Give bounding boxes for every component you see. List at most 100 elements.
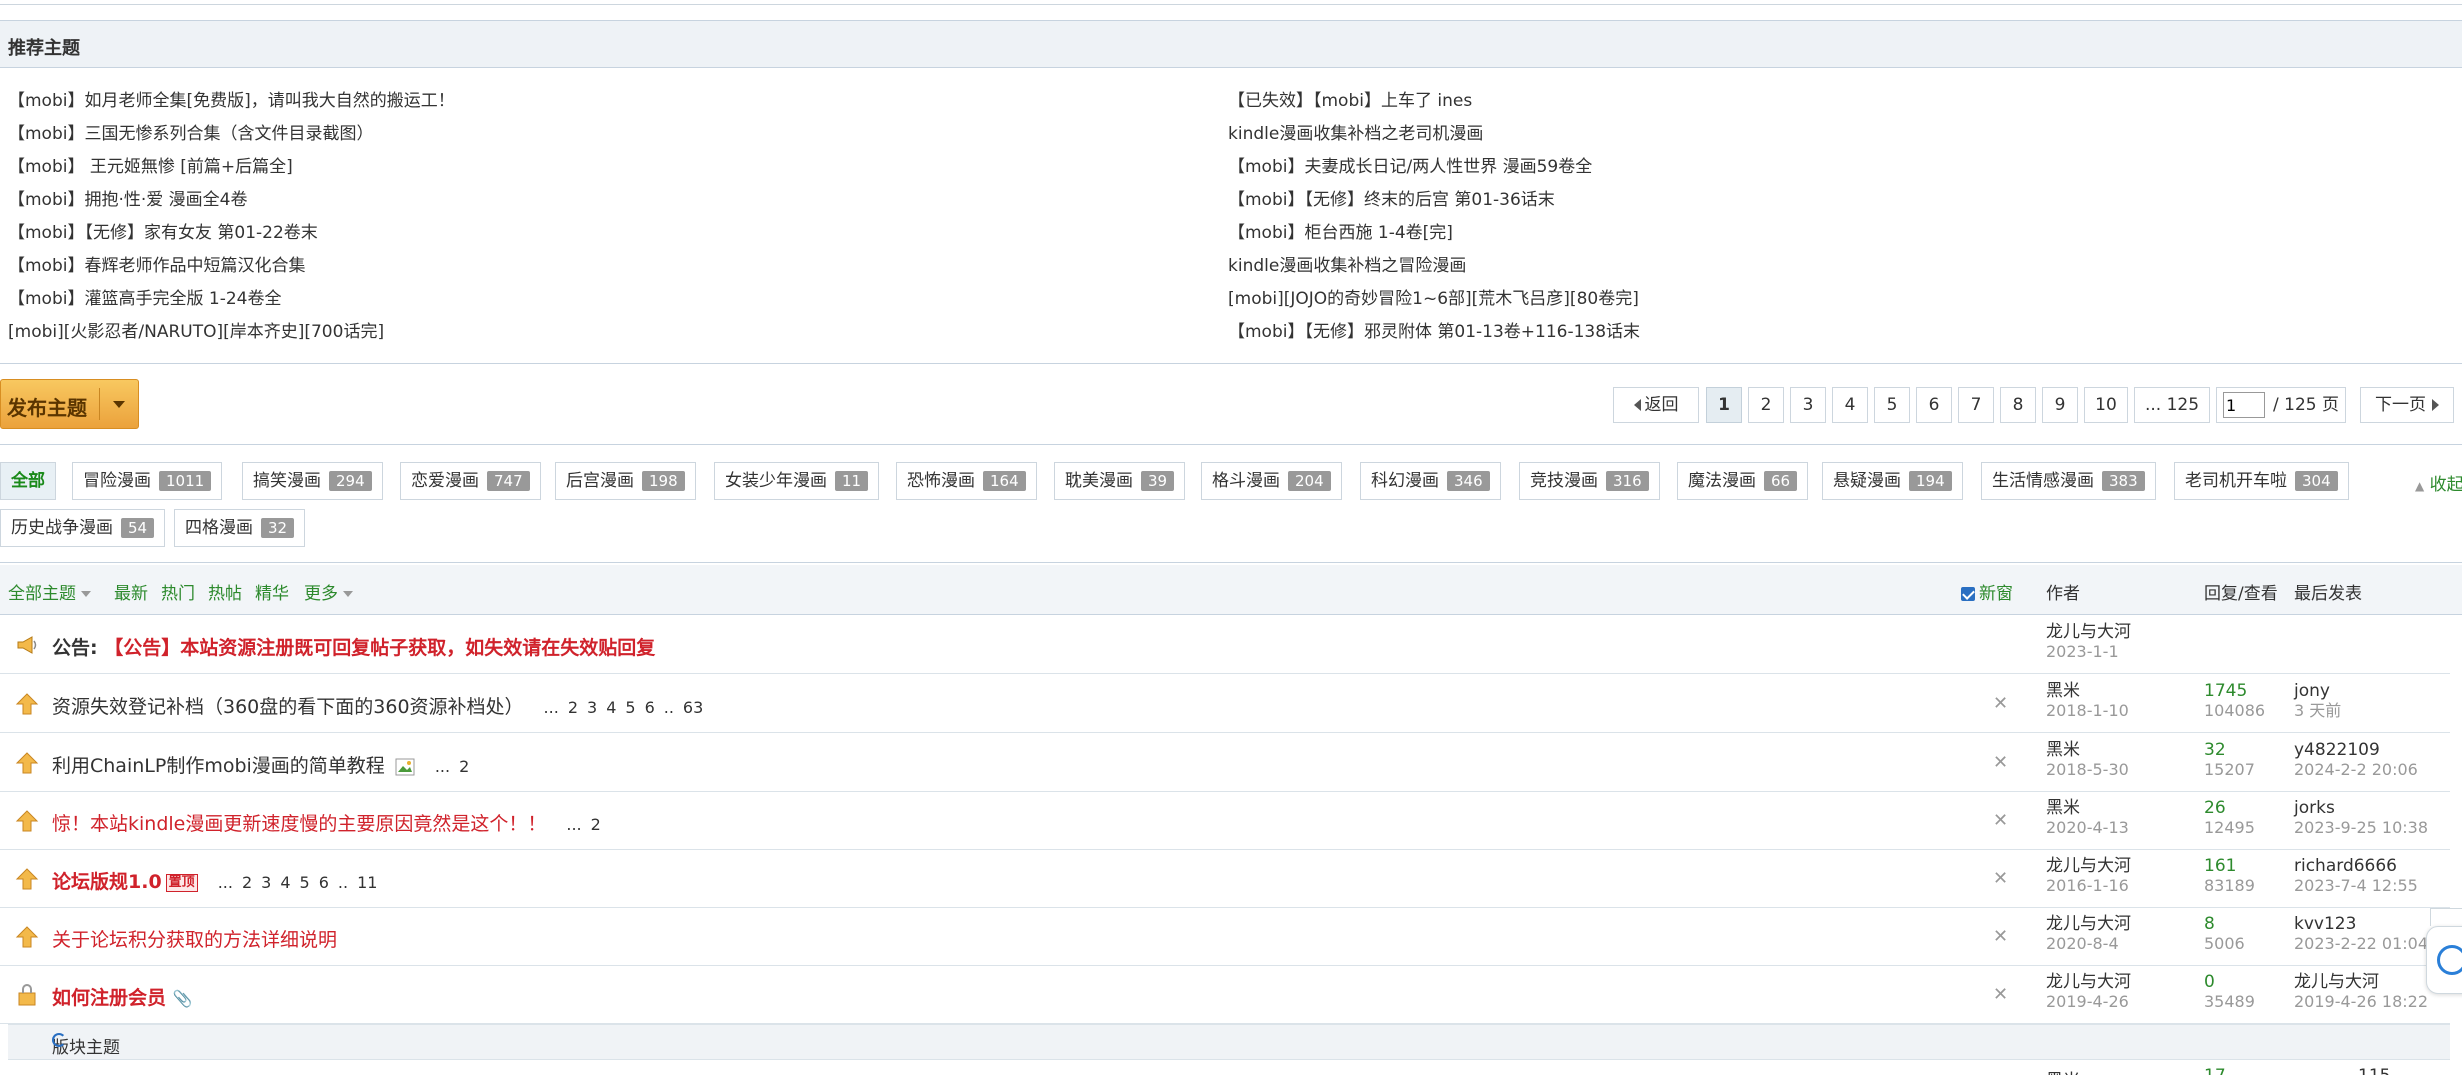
thread-author[interactable]: 龙儿与大河 2019-4-26 [2046, 972, 2131, 1012]
side-tab[interactable] [2430, 908, 2462, 926]
thread-author[interactable]: 龙儿与大河 2023-1-1 [2046, 622, 2131, 662]
thread-title[interactable]: 利用ChainLP制作mobi漫画的简单教程 ... 2 [52, 751, 478, 778]
thread-title[interactable]: 论坛版规1.0 置顶... 2 3 4 5 6.. 11 [52, 867, 386, 894]
thread-author[interactable]: 黑米 2018-5-30 [2046, 740, 2129, 780]
category-item[interactable]: 耽美漫画 39 [1054, 462, 1186, 500]
page-jump-input[interactable] [2223, 392, 2265, 418]
page-link[interactable]: 2 [459, 757, 469, 776]
thread-title[interactable]: 公告: 【公告】本站资源注册既可回复帖子获取，如失效请在失效贴回复 [52, 633, 655, 660]
page-link[interactable]: 10 [2084, 387, 2128, 423]
close-icon[interactable]: ✕ [1993, 984, 2008, 1005]
category-item[interactable]: 格斗漫画 204 [1201, 462, 1342, 500]
page-link[interactable]: 7 [1958, 387, 1994, 423]
floating-assistant-button[interactable] [2426, 926, 2462, 994]
category-item[interactable]: 魔法漫画 66 [1677, 462, 1809, 500]
page-link[interactable]: ... [435, 757, 450, 776]
all-topics-dropdown[interactable]: 全部主题 [8, 579, 91, 604]
recommend-link[interactable]: 【mobi】【无修】终末的后宫 第01-36话末 [1228, 184, 1640, 217]
more-dropdown[interactable]: 更多 [304, 579, 353, 604]
category-item[interactable]: 冒险漫画 1011 [72, 462, 223, 500]
page-link[interactable]: 4 [280, 873, 290, 892]
category-item[interactable]: 恐怖漫画 164 [896, 462, 1037, 500]
page-link[interactable]: 3 [261, 873, 271, 892]
thread-author[interactable]: 龙儿与大河 2020-8-4 [2046, 914, 2131, 954]
thread-author[interactable]: 龙儿与大河 2016-1-16 [2046, 856, 2131, 896]
page-link[interactable]: 9 [2042, 387, 2078, 423]
thread-author[interactable]: 黑米 2020-4-13 [2046, 798, 2129, 838]
thread-title[interactable]: 资源失效登记补档（360盘的看下面的360资源补档处）... 2 3 4 5 6.. 63 [52, 692, 712, 719]
recommend-link[interactable]: 【已失效】【mobi】上车了 ines [1228, 85, 1640, 118]
page-link[interactable]: ... [544, 698, 559, 717]
next-page-button[interactable]: 下一页 [2360, 387, 2454, 423]
back-button[interactable]: 返回 [1613, 387, 1699, 423]
category-item[interactable]: 生活情感漫画 383 [1981, 462, 2156, 500]
recommend-link[interactable]: 【mobi】柜台西施 1-4卷[完] [1228, 217, 1640, 250]
page-link[interactable]: 2 [568, 698, 578, 717]
filter-latest[interactable]: 最新 [114, 579, 148, 604]
category-item[interactable]: 竞技漫画 316 [1519, 462, 1660, 500]
last-post[interactable]: kvv123 2023-2-22 01:04 [2294, 914, 2428, 954]
filter-hot[interactable]: 热门 [161, 579, 195, 604]
page-link[interactable]: 6 [645, 698, 655, 717]
recommend-link[interactable]: 【mobi】夫妻成长日记/两人性世界 漫画59卷全 [1228, 151, 1640, 184]
partial-author[interactable]: 黑米 [2046, 1066, 2080, 1075]
page-link[interactable]: ... [218, 873, 233, 892]
page-link[interactable]: 5 [625, 698, 635, 717]
last-post[interactable]: jorks 2023-9-25 10:38 [2294, 798, 2428, 838]
new-window-toggle[interactable]: 新窗 [1961, 579, 2013, 604]
page-link[interactable]: 5 [300, 873, 310, 892]
category-item[interactable]: 恋爱漫画 747 [400, 462, 541, 500]
thread-author[interactable]: 黑米 2018-1-10 [2046, 681, 2129, 721]
page-link[interactable]: 63 [683, 698, 703, 717]
page-link[interactable]: 5 [1874, 387, 1910, 423]
page-link[interactable]: ... [566, 815, 581, 834]
close-icon[interactable]: ✕ [1993, 693, 2008, 714]
category-item[interactable]: 科幻漫画 346 [1360, 462, 1501, 500]
page-link[interactable]: 6 [319, 873, 329, 892]
collapse-link[interactable]: ▲ 收起 [2415, 470, 2462, 495]
recommend-link[interactable]: 【mobi】 王元姬無惨 [前篇+后篇全] [8, 151, 455, 184]
page-link[interactable]: 1 [1706, 387, 1742, 423]
page-link[interactable]: 2 [242, 873, 252, 892]
category-item[interactable]: 老司机开车啦 304 [2174, 462, 2349, 500]
last-post[interactable]: richard6666 2023-7-4 12:55 [2294, 856, 2418, 896]
page-link[interactable]: .. [338, 873, 348, 892]
page-link[interactable]: 8 [2000, 387, 2036, 423]
recommend-link[interactable]: kindle漫画收集补档之老司机漫画 [1228, 118, 1640, 151]
page-link[interactable]: 4 [1832, 387, 1868, 423]
refresh-icon[interactable] [52, 1033, 66, 1047]
category-item[interactable]: 历史战争漫画 54 [0, 509, 166, 547]
last-post[interactable]: 龙儿与大河 2019-4-26 18:22 [2294, 972, 2428, 1012]
category-item[interactable]: 女装少年漫画 11 [714, 462, 880, 500]
page-link[interactable]: 11 [357, 873, 377, 892]
close-icon[interactable]: ✕ [1993, 926, 2008, 947]
filter-digest[interactable]: 精华 [255, 579, 289, 604]
partial-last-user[interactable]: 115 [2358, 1066, 2390, 1075]
last-post[interactable]: jony 3 天前 [2294, 681, 2341, 721]
page-link[interactable]: .. [664, 698, 674, 717]
page-link[interactable]: 2 [1748, 387, 1784, 423]
last-page-link[interactable]: ... 125 [2134, 387, 2210, 423]
page-link[interactable]: 6 [1916, 387, 1952, 423]
publish-button[interactable]: 发布主题 [0, 379, 139, 429]
last-post[interactable]: y4822109 2024-2-2 20:06 [2294, 740, 2418, 780]
page-link[interactable]: 3 [1790, 387, 1826, 423]
close-icon[interactable]: ✕ [1993, 752, 2008, 773]
recommend-link[interactable]: 【mobi】三国无惨系列合集（含文件目录截图） [8, 118, 455, 151]
chevron-down-icon[interactable] [113, 401, 125, 408]
page-link[interactable]: 3 [587, 698, 597, 717]
category-all[interactable]: 全部 [0, 462, 56, 500]
close-icon[interactable]: ✕ [1993, 868, 2008, 889]
recommend-link[interactable]: 【mobi】春辉老师作品中短篇汉化合集 [8, 250, 455, 283]
thread-title[interactable]: 如何注册会员 📎 [52, 983, 193, 1010]
close-icon[interactable]: ✕ [1993, 810, 2008, 831]
category-item[interactable]: 搞笑漫画 294 [242, 462, 383, 500]
thread-title[interactable]: 关于论坛积分获取的方法详细说明 [52, 925, 337, 952]
recommend-link[interactable]: [mobi][火影忍者/NARUTO][岸本齐史][700话完] [8, 316, 455, 349]
page-link[interactable]: 4 [606, 698, 616, 717]
recommend-link[interactable]: 【mobi】【无修】邪灵附体 第01-13卷+116-138话末 [1228, 316, 1640, 349]
category-item[interactable]: 四格漫画 32 [174, 509, 306, 547]
category-item[interactable]: 悬疑漫画 194 [1822, 462, 1963, 500]
recommend-link[interactable]: 【mobi】灌篮高手完全版 1-24卷全 [8, 283, 455, 316]
filter-hot-posts[interactable]: 热帖 [208, 579, 242, 604]
